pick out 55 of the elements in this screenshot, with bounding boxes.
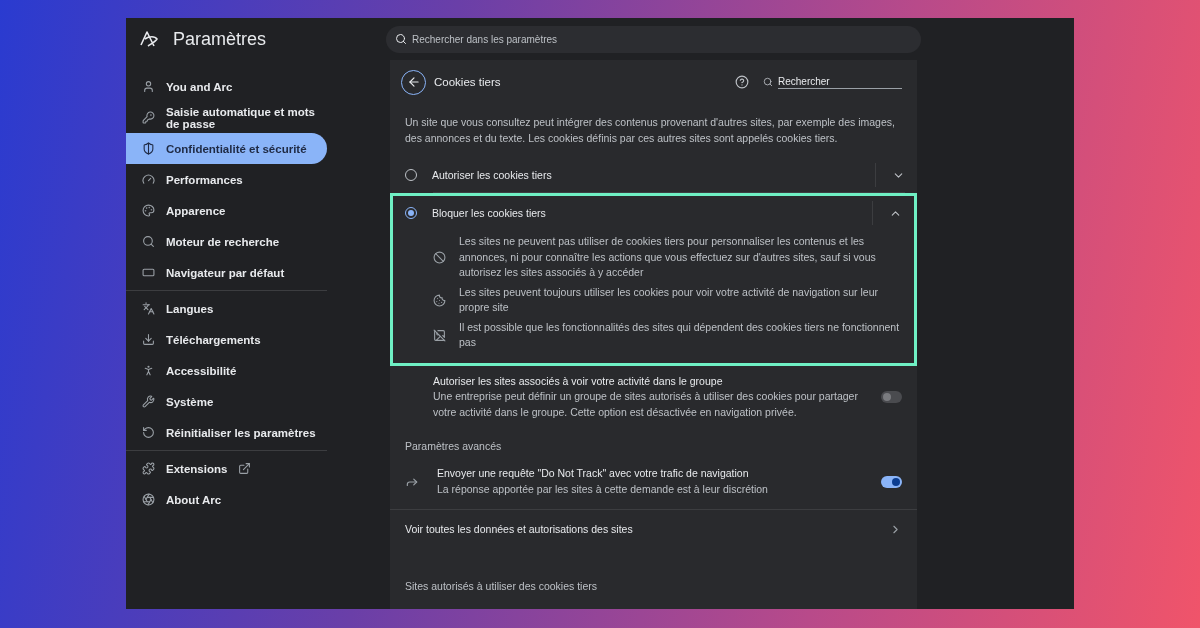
palette-icon — [142, 204, 155, 217]
app-title: Paramètres — [173, 28, 267, 50]
setting-title: Envoyer une requête "Do Not Track" avec votre trafic de navigation — [437, 466, 750, 481]
detail-text: Les sites ne peuvent pas utiliser de cookies tiers pour personnaliser les contenus et les annonces, ni pour connaître les actions que vous effectuez sur d'autres sites, sauf si vous autorisez les sites associés à y accéder — [459, 234, 877, 280]
sidebar-item[interactable]: Accessibilité — [126, 355, 327, 386]
cookie-icon — [433, 293, 446, 307]
external-link-icon — [238, 462, 252, 475]
site-data-link[interactable]: Voir toutes les données et autorisations des sites — [405, 510, 902, 548]
shield-icon — [142, 142, 155, 155]
key-icon — [142, 111, 155, 124]
option-label: Autoriser les cookies tiers — [432, 169, 553, 181]
section-heading: Sites autorisés à utiliser des cookies tiers — [405, 580, 598, 592]
sidebar-item[interactable]: Extensions — [126, 453, 327, 484]
page-title: Cookies tiers — [434, 76, 502, 88]
sidebar-item[interactable]: Saisie automatique et mots de passe — [126, 102, 327, 133]
sidebar-item[interactable]: Moteur de recherche — [126, 226, 327, 257]
wrench-icon — [142, 395, 155, 408]
sidebar-item[interactable]: Réinitialiser les paramètres — [126, 417, 327, 448]
blocked-icon — [433, 250, 446, 264]
search-icon — [763, 77, 773, 87]
puzzle-icon — [142, 462, 155, 475]
sidebar-item[interactable]: You and Arc — [126, 71, 327, 102]
search-field[interactable]: Rechercher dans les paramètres — [386, 25, 921, 53]
detail-text: Il est possible que les fonctionnalités des sites qui dépendent des cookies tiers ne fonctionnent pas — [459, 319, 901, 350]
window-icon — [142, 266, 155, 279]
circle-icon — [142, 493, 155, 506]
search-field[interactable]: Rechercher — [778, 75, 902, 89]
gauge-icon — [142, 173, 155, 186]
help-icon[interactable] — [735, 75, 749, 89]
download-icon — [142, 333, 155, 346]
person-icon — [142, 80, 155, 93]
sidebar-item[interactable]: Performances — [126, 164, 327, 195]
search-icon — [395, 32, 407, 45]
setting-title: Autoriser les sites associés à voir votre activité dans le groupe — [433, 373, 724, 389]
broken-image-icon — [433, 328, 446, 342]
sidebar-item[interactable]: Langues — [126, 293, 327, 324]
reset-icon — [142, 426, 155, 439]
sidebar-item[interactable]: Confidentialité et sécurité — [126, 133, 327, 164]
logo-icon — [139, 30, 159, 48]
person-icon — [142, 364, 155, 377]
translate-icon — [142, 302, 155, 315]
setting-description: La réponse apportée par les sites à cette demande est à leur discrétion — [437, 481, 769, 497]
sidebar-item[interactable]: Téléchargements — [126, 324, 327, 355]
sidebar-item[interactable]: Navigateur par défaut — [126, 257, 327, 288]
sidebar-item[interactable]: Système — [126, 386, 327, 417]
setting-description: Une entreprise peut définir un groupe de sites autorisés à utiliser des cookies pour partager votre activité dans le groupe. Cette option est désactivée en navigation privée. — [433, 389, 859, 420]
toggle-switch[interactable] — [881, 390, 902, 403]
description-text: Un site que vous consultez peut intégrer des contenus provenant d'autres sites, par exemple des images, des annonces et du texte. Les cookies définis par ces autres sites sont appelés cookies tiers. — [405, 115, 896, 146]
sidebar-item[interactable]: About Arc — [126, 484, 327, 515]
sidebar-item[interactable]: Apparence — [126, 195, 327, 226]
option-label: Bloquer les cookies tiers — [432, 207, 547, 219]
toggle-switch[interactable] — [881, 475, 902, 488]
search-icon — [142, 235, 155, 248]
detail-text: Les sites peuvent toujours utiliser les cookies pour voir votre activité de navigation sur leur propre site — [459, 284, 880, 315]
section-heading: Paramètres avancés — [405, 440, 503, 452]
